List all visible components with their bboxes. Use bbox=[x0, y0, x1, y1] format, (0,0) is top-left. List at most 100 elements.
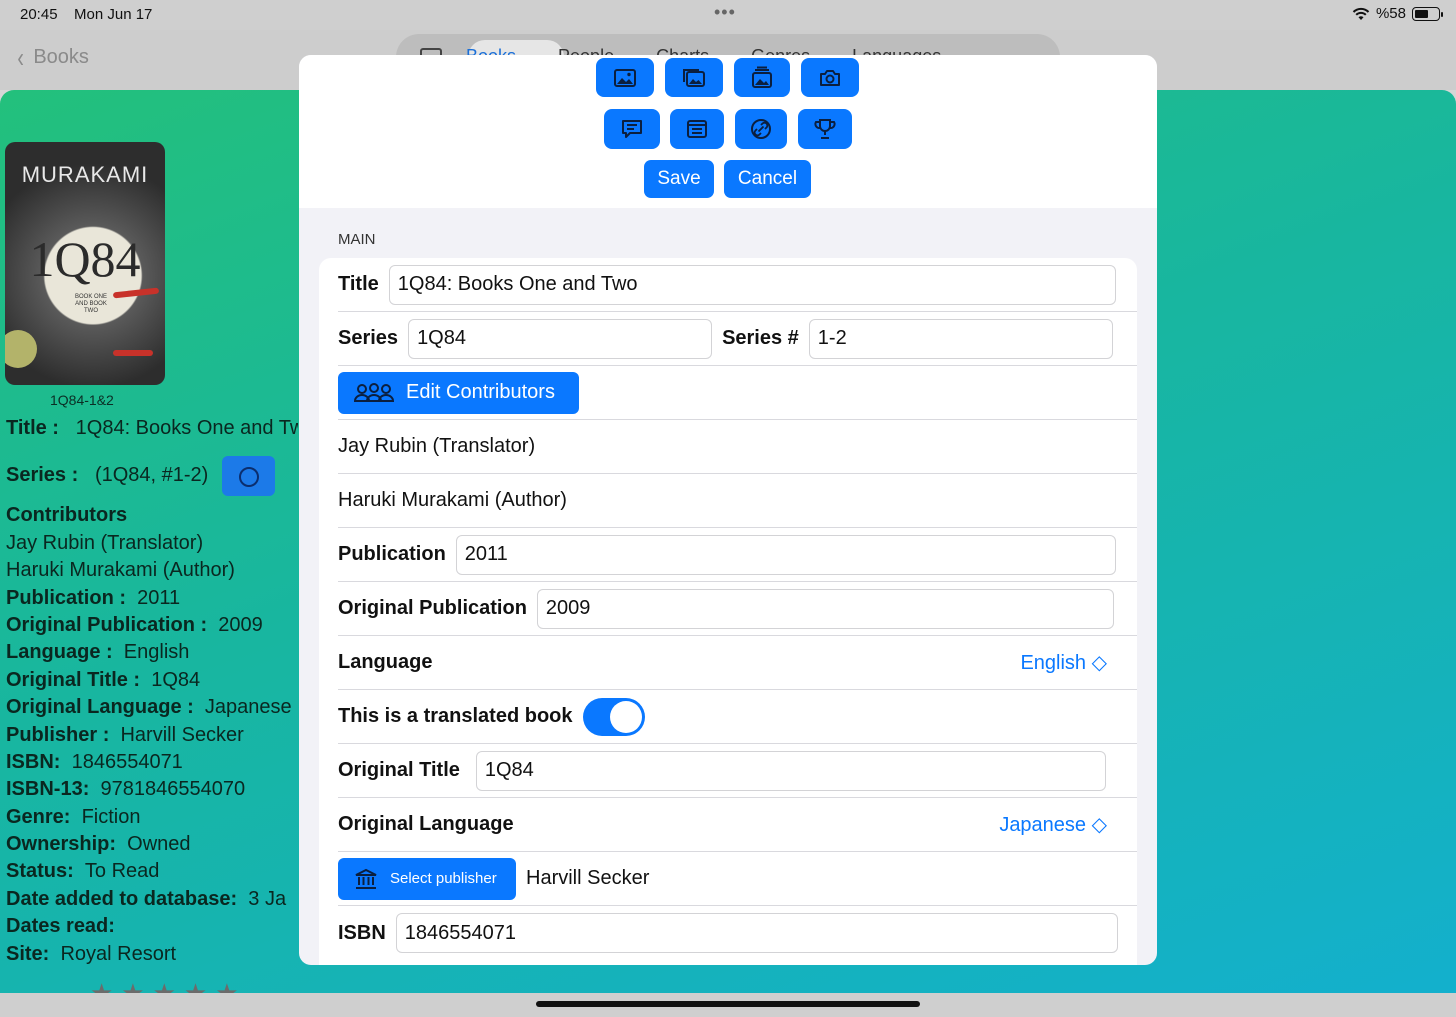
detail-value: 2011 bbox=[137, 586, 181, 609]
photo-icon bbox=[614, 68, 636, 87]
comment-icon bbox=[622, 120, 642, 138]
photo-stack-icon bbox=[683, 68, 705, 87]
people-group-icon bbox=[354, 382, 394, 402]
list-icon bbox=[687, 120, 707, 138]
original-publication-label: Original Publication bbox=[338, 597, 527, 619]
cover-subtitle: BOOK ONE AND BOOK TWO bbox=[74, 294, 107, 314]
title-row: Title 1Q84: Books One and Two bbox=[338, 258, 1137, 312]
comment-button[interactable] bbox=[604, 109, 660, 149]
language-picker[interactable]: English ◇ bbox=[1020, 650, 1107, 675]
series-number-input[interactable]: 1-2 bbox=[808, 318, 1113, 359]
detail-value: Japanese bbox=[204, 696, 292, 719]
back-label: Books bbox=[33, 46, 89, 68]
detail-value: 1846554071 bbox=[71, 750, 183, 773]
isbn-input[interactable]: 1846554071 bbox=[395, 913, 1118, 953]
detail-value: Fiction bbox=[81, 805, 141, 828]
publisher-value: Harvill Secker bbox=[526, 867, 650, 889]
original-language-picker[interactable]: Japanese ◇ bbox=[999, 812, 1107, 837]
select-publisher-button[interactable]: Select publisher bbox=[338, 857, 516, 900]
detail-label: Ownership: bbox=[6, 833, 117, 856]
detail-row: Original Title : 1Q84 bbox=[6, 667, 298, 694]
section-header-main: MAIN bbox=[338, 231, 376, 248]
series-number-label: Series # bbox=[722, 327, 799, 349]
detail-row: Original Publication : 2009 bbox=[6, 612, 298, 639]
detail-label: Title : bbox=[6, 417, 59, 439]
cover-author: MURAKAMI bbox=[21, 162, 149, 187]
detail-value: English bbox=[123, 641, 190, 664]
translated-row: This is a translated book bbox=[338, 690, 1137, 744]
cover-caption: 1Q84-1&2 bbox=[50, 392, 114, 408]
cover-moon bbox=[5, 330, 37, 368]
detail-row: Ownership: Owned bbox=[6, 831, 298, 858]
edit-book-sheet: Save Cancel MAIN Title 1Q84: Books One a… bbox=[299, 55, 1157, 965]
language-row: Language English ◇ bbox=[338, 636, 1137, 690]
contributor-row[interactable]: Haruki Murakami (Author) bbox=[338, 474, 1137, 528]
photo-button[interactable] bbox=[596, 58, 654, 97]
detail-value: 9781846554070 bbox=[100, 778, 246, 801]
chevron-left-icon: ‹ bbox=[17, 41, 24, 73]
detail-value: 2009 bbox=[218, 613, 263, 636]
original-language-label: Original Language bbox=[338, 813, 514, 835]
detail-value: Owned bbox=[127, 833, 191, 856]
multitasking-dots-icon[interactable]: ••• bbox=[714, 2, 736, 23]
detail-label: Series : bbox=[6, 464, 79, 487]
list-button[interactable] bbox=[670, 109, 724, 149]
book-cover-image[interactable]: MURAKAMI 1Q84 BOOK ONE AND BOOK TWO bbox=[5, 142, 165, 385]
translated-toggle[interactable] bbox=[582, 697, 645, 736]
status-date: Mon Jun 17 bbox=[74, 6, 153, 23]
detail-label: Status: bbox=[6, 860, 74, 883]
link-button[interactable] bbox=[735, 109, 787, 149]
title-input[interactable]: 1Q84: Books One and Two bbox=[388, 264, 1116, 305]
detail-title-row: Title : 1Q84: Books One and Two bbox=[6, 415, 298, 442]
translated-label: This is a translated book bbox=[338, 705, 573, 727]
photo-stack-button[interactable] bbox=[665, 58, 723, 97]
original-publication-input[interactable]: 2009 bbox=[536, 588, 1114, 629]
select-publisher-label: Select publisher bbox=[390, 870, 497, 887]
save-button[interactable]: Save bbox=[644, 160, 714, 198]
contributor-row[interactable]: Jay Rubin (Translator) bbox=[338, 420, 1137, 474]
detail-label: Dates read: bbox=[6, 915, 115, 938]
series-input[interactable]: 1Q84 bbox=[408, 318, 713, 359]
home-indicator[interactable] bbox=[536, 1001, 920, 1007]
isbn-label: ISBN bbox=[338, 921, 386, 944]
detail-row: Genre: Fiction bbox=[6, 804, 298, 831]
detail-row: ISBN-13: 9781846554070 bbox=[6, 776, 298, 803]
bank-icon bbox=[355, 868, 377, 889]
publication-row: Publication 2011 bbox=[338, 528, 1137, 582]
detail-row: Status: To Read bbox=[6, 858, 298, 885]
original-publication-row: Original Publication 2009 bbox=[338, 582, 1137, 636]
edit-contributors-button[interactable]: Edit Contributors bbox=[338, 371, 579, 414]
camera-button[interactable] bbox=[801, 58, 859, 97]
detail-label: Publication : bbox=[6, 586, 126, 609]
original-title-input[interactable]: 1Q84 bbox=[475, 750, 1106, 791]
detail-row: Site: Royal Resort bbox=[6, 941, 298, 968]
wifi-icon bbox=[1352, 7, 1370, 20]
link-icon bbox=[751, 119, 771, 139]
detail-label: Original Publication : bbox=[6, 613, 208, 636]
cancel-button[interactable]: Cancel bbox=[724, 160, 811, 198]
home-indicator-area bbox=[0, 993, 1456, 1017]
back-button[interactable]: ‹ Books bbox=[16, 41, 89, 73]
detail-label: Date added to database: bbox=[6, 887, 238, 910]
detail-label: Genre: bbox=[6, 805, 71, 828]
detail-series-row: Series : (1Q84, #1-2) bbox=[6, 455, 298, 497]
detail-label: ISBN: bbox=[6, 750, 61, 773]
original-title-label: Original Title bbox=[338, 759, 460, 781]
detail-value: Royal Resort bbox=[60, 942, 177, 965]
detail-row: Original Language : Japanese bbox=[6, 694, 298, 721]
series-chart-button[interactable] bbox=[221, 456, 275, 497]
trophy-button[interactable] bbox=[798, 109, 852, 149]
book-detail-list: Title : 1Q84: Books One and Two Series :… bbox=[6, 415, 298, 968]
cover-title: 1Q84 bbox=[29, 231, 141, 287]
detail-row: Publisher : Harvill Secker bbox=[6, 722, 298, 749]
publication-input[interactable]: 2011 bbox=[455, 534, 1116, 575]
detail-label: Publisher : bbox=[6, 723, 110, 746]
detail-label: Contributors bbox=[6, 504, 128, 527]
detail-label: Site: bbox=[6, 942, 50, 965]
trophy-icon bbox=[814, 119, 836, 139]
cover-decoration bbox=[112, 287, 160, 299]
battery-percent: %58 bbox=[1375, 5, 1406, 22]
detail-label: ISBN-13: bbox=[6, 778, 90, 801]
photo-album-button[interactable] bbox=[734, 58, 790, 97]
series-row: Series 1Q84 Series # 1-2 bbox=[338, 312, 1137, 366]
